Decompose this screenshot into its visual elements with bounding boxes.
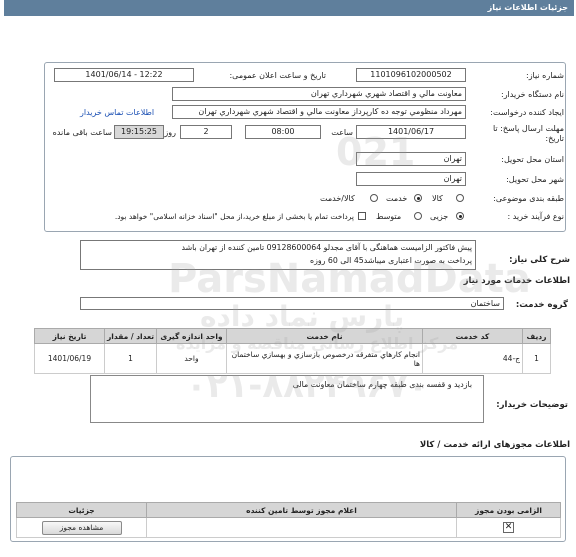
city-field: تهران bbox=[356, 172, 466, 186]
col-unit: واحد اندازه گیری bbox=[156, 328, 227, 344]
announce-field: 1401/06/14 - 12:22 bbox=[54, 68, 194, 82]
category-option-goods-service: کالا/خدمت bbox=[320, 194, 355, 203]
col-permit-required: الزامی بودن مجوز bbox=[456, 502, 561, 518]
cell-need-date: 1401/06/19 bbox=[34, 343, 105, 374]
need-number-field: 1101096102000502 bbox=[356, 68, 466, 82]
description-line-1: پیش فاکتور الزامیست هماهنگی با آقای مجدل… bbox=[181, 243, 472, 252]
deadline-time-field: 08:00 bbox=[245, 125, 321, 139]
cell-service-code: ج-44 bbox=[422, 343, 523, 374]
category-label: طبقه بندی موضوعی: bbox=[493, 194, 564, 203]
description-line-2: پرداخت به صورت اعتباری میباشد45 الی 60 ر… bbox=[310, 256, 472, 265]
col-service-code: کد خدمت bbox=[422, 328, 523, 344]
cell-supplier-permit bbox=[146, 517, 457, 538]
province-field: تهران bbox=[356, 152, 466, 166]
process-option-medium: متوسط bbox=[376, 212, 402, 221]
treasury-payment-note: پرداخت تمام یا بخشی از مبلغ خرید،از محل … bbox=[114, 212, 354, 221]
col-supplier-permit: اعلام مجوز توسط تامین کننده bbox=[146, 502, 457, 518]
view-permit-button[interactable]: مشاهده مجوز bbox=[41, 520, 122, 535]
col-quantity: تعداد / مقدار bbox=[104, 328, 157, 344]
deadline-date-field: 1401/06/17 bbox=[356, 125, 466, 139]
buyer-org-field: معاونت مالي و اقتصاد شهري شهرداري تهران bbox=[172, 87, 466, 101]
table-row: 1401/06/19 1 واحد انجام كارهاي متفرقه در… bbox=[34, 343, 551, 374]
buyer-contact-link[interactable]: اطلاعات تماس خریدار bbox=[80, 108, 154, 117]
category-radio-goods-service[interactable] bbox=[370, 194, 378, 202]
permits-table: جزئیات اعلام مجوز توسط تامین کننده الزام… bbox=[16, 502, 561, 538]
process-radio-minor[interactable] bbox=[456, 212, 464, 220]
service-group-field: ساختمان bbox=[80, 297, 504, 310]
cell-service-name: انجام كارهاي متفرقه درخصوص بازسازي و بهس… bbox=[226, 343, 423, 374]
col-row: ردیف bbox=[522, 328, 551, 344]
services-table-header: تاریخ نیاز تعداد / مقدار واحد اندازه گیر… bbox=[34, 328, 551, 344]
category-option-service: خدمت bbox=[386, 194, 408, 203]
category-option-goods: کالا bbox=[432, 194, 443, 203]
cell-details: مشاهده مجوز bbox=[16, 517, 147, 538]
permit-required-checkbox-icon: ✕ bbox=[503, 522, 514, 533]
announce-label: تاریخ و ساعت اعلان عمومی: bbox=[229, 71, 326, 80]
services-table: تاریخ نیاز تعداد / مقدار واحد اندازه گیر… bbox=[34, 328, 551, 374]
description-label: شرح کلی نیاز: bbox=[509, 255, 570, 265]
permits-section-title: اطلاعات مجوزهای ارائه خدمت / کالا bbox=[419, 440, 570, 450]
col-need-date: تاریخ نیاز bbox=[34, 328, 105, 344]
remaining-time-field: 19:15:25 bbox=[114, 125, 164, 139]
buyer-notes-text: بازدید و قفسه بندی طبقه چهارم ساختمان مع… bbox=[292, 380, 472, 389]
creator-field: مهرداد منظومي توجه ده كارپرداز معاونت ما… bbox=[172, 105, 466, 119]
treasury-payment-checkbox[interactable] bbox=[358, 212, 366, 220]
buyer-org-label: نام دستگاه خریدار: bbox=[501, 90, 564, 99]
services-section-title: اطلاعات خدمات مورد نیاز bbox=[463, 276, 570, 286]
process-option-minor: جزیی bbox=[430, 212, 449, 221]
page-title-bar: جزئیات اطلاعات نیاز bbox=[4, 0, 574, 16]
city-label: شهر محل تحویل: bbox=[506, 175, 564, 184]
col-service-name: نام خدمت bbox=[226, 328, 423, 344]
days-field: 2 bbox=[180, 125, 232, 139]
cell-row: 1 bbox=[522, 343, 551, 374]
service-group-label: گروه خدمت: bbox=[515, 300, 568, 310]
page-title: جزئیات اطلاعات نیاز bbox=[487, 3, 568, 12]
table-row: مشاهده مجوز ✕ bbox=[16, 517, 561, 538]
category-radio-service[interactable] bbox=[414, 194, 422, 202]
col-details: جزئیات bbox=[16, 502, 147, 518]
process-radio-medium[interactable] bbox=[414, 212, 422, 220]
deadline-time-label: ساعت bbox=[331, 128, 353, 137]
remaining-time-label: ساعت باقی مانده bbox=[52, 128, 112, 137]
creator-label: ایجاد کننده درخواست: bbox=[490, 108, 564, 117]
permits-table-header: جزئیات اعلام مجوز توسط تامین کننده الزام… bbox=[16, 502, 561, 518]
deadline-date-label: تاریخ: bbox=[545, 134, 564, 143]
need-number-label: شماره نیاز: bbox=[526, 71, 564, 80]
cell-permit-required: ✕ bbox=[456, 517, 561, 538]
province-label: استان محل تحویل: bbox=[501, 155, 564, 164]
buyer-notes-label: توضیحات خریدار: bbox=[496, 400, 568, 410]
process-label: نوع فرآیند خرید : bbox=[507, 212, 564, 221]
cell-quantity: 1 bbox=[104, 343, 157, 374]
deadline-label: مهلت ارسال پاسخ: تا bbox=[492, 124, 564, 133]
cell-unit: واحد bbox=[156, 343, 227, 374]
category-radio-goods[interactable] bbox=[456, 194, 464, 202]
